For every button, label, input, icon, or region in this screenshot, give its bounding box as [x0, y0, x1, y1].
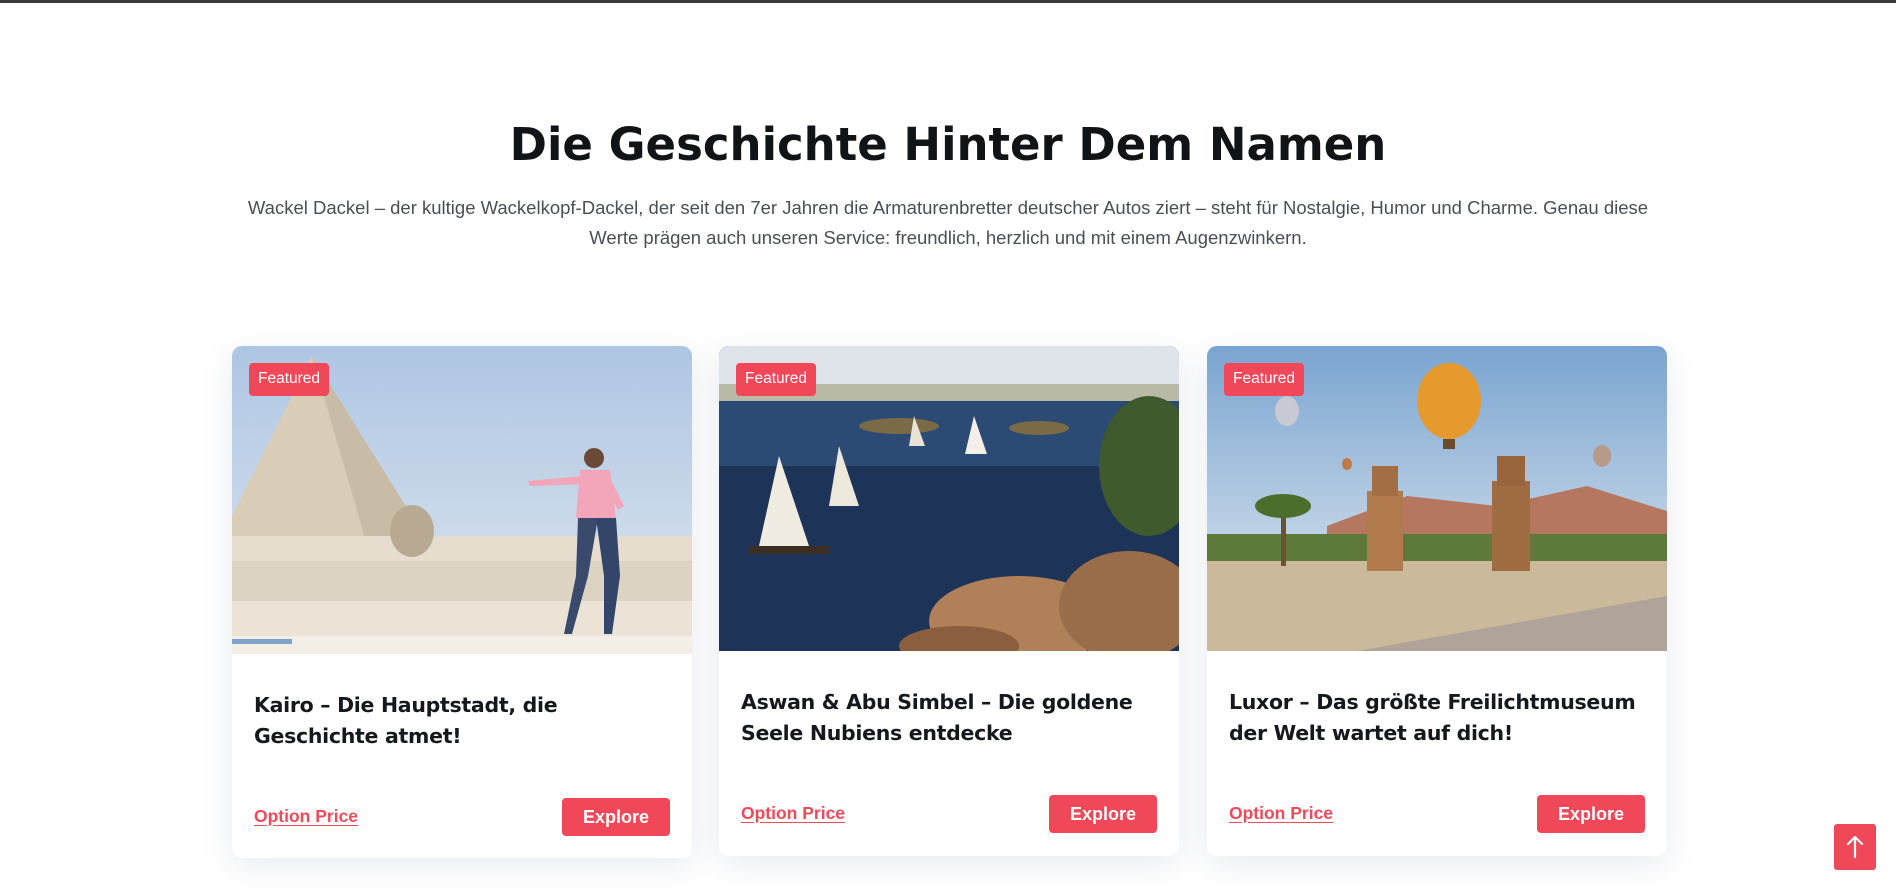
option-price-link[interactable]: Option Price — [741, 803, 845, 824]
tour-card-luxor[interactable]: Featured Luxor – Das größte Freilichtmus… — [1207, 346, 1667, 856]
story-section: Die Geschichte Hinter Dem Namen Wackel D… — [0, 118, 1896, 253]
section-description: Wackel Dackel – der kultige Wackelkopf-D… — [247, 197, 1649, 248]
option-price-link[interactable]: Option Price — [254, 806, 358, 827]
tour-card-cairo[interactable]: Featured Kairo – Die Hauptstadt, die Ges… — [232, 346, 692, 858]
tour-image-aswan[interactable]: Featured — [719, 346, 1179, 651]
scroll-to-top-button[interactable] — [1834, 824, 1876, 870]
section-title: Die Geschichte Hinter Dem Namen — [509, 118, 1387, 171]
option-price-link[interactable]: Option Price — [1229, 803, 1333, 824]
tour-image-luxor[interactable]: Featured — [1207, 346, 1667, 651]
arrow-up-icon — [1846, 835, 1864, 859]
tour-title[interactable]: Aswan & Abu Simbel – Die goldene Seele N… — [741, 687, 1161, 749]
top-border — [0, 0, 1896, 3]
tour-title[interactable]: Luxor – Das größte Freilichtmuseum der W… — [1229, 687, 1649, 749]
explore-button[interactable]: Explore — [1537, 795, 1645, 833]
tour-card-aswan[interactable]: Featured Aswan & Abu Simbel – Die golden… — [719, 346, 1179, 856]
featured-badge: Featured — [1224, 363, 1305, 396]
explore-button[interactable]: Explore — [1049, 795, 1157, 833]
featured-badge: Featured — [736, 363, 817, 396]
tour-cards: Featured Kairo – Die Hauptstadt, die Ges… — [232, 346, 1668, 858]
featured-badge: Featured — [249, 363, 330, 396]
tour-title[interactable]: Kairo – Die Hauptstadt, die Geschichte a… — [254, 690, 674, 752]
tour-image-cairo[interactable]: Featured — [232, 346, 692, 654]
explore-button[interactable]: Explore — [562, 798, 670, 836]
